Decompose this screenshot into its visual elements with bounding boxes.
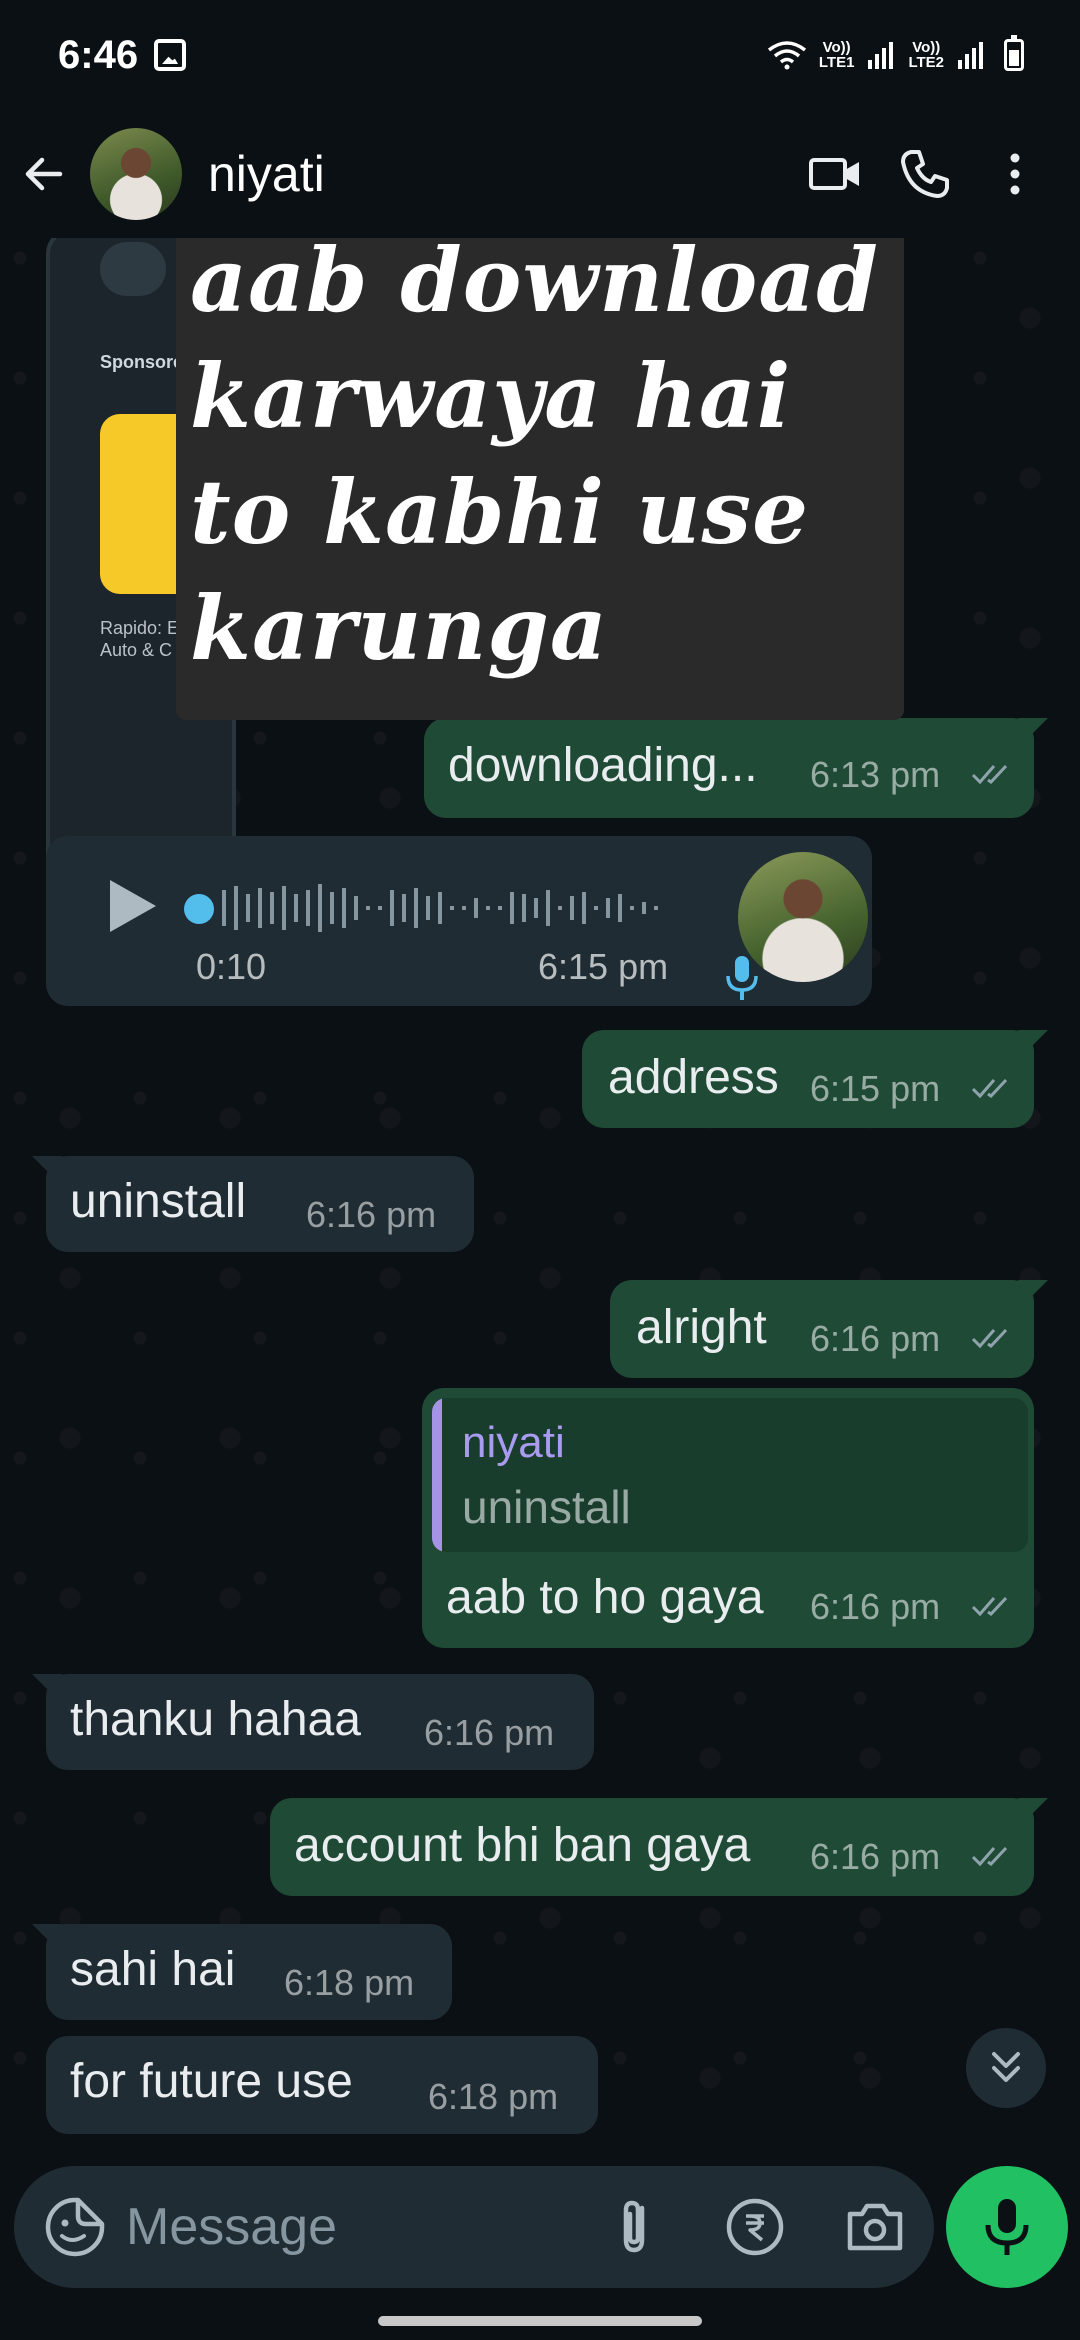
message-bubble-outgoing[interactable]: alright 6:16 pm xyxy=(610,1280,1048,1378)
reply-message-bubble[interactable]: niyati uninstall aab to ho gaya 6:16 pm xyxy=(422,1388,1034,1648)
read-receipt-icon xyxy=(971,1596,1008,1617)
mic-icon xyxy=(726,956,758,1000)
attachment-icon[interactable] xyxy=(602,2194,668,2260)
more-vert-icon xyxy=(1010,153,1020,195)
contact-avatar[interactable] xyxy=(90,128,182,220)
phone-device-icon xyxy=(100,242,166,296)
message-bubble-incoming[interactable]: sahi hai 6:18 pm xyxy=(32,1924,452,2020)
sticker-emoji-icon[interactable] xyxy=(44,2196,106,2258)
overlay-text: aab download karwaya hai to kabhi use ka… xyxy=(190,238,879,680)
message-input[interactable] xyxy=(126,2186,586,2268)
video-call-button[interactable] xyxy=(790,129,880,219)
waveform xyxy=(222,884,658,932)
back-arrow-icon[interactable] xyxy=(20,150,68,198)
read-receipt-icon xyxy=(971,1328,1008,1349)
chat-header: niyati xyxy=(0,110,1080,238)
message-bubble-outgoing[interactable]: address 6:15 pm xyxy=(582,1030,1048,1128)
playback-position-dot[interactable] xyxy=(184,894,214,924)
message-time: 6:16 pm xyxy=(810,1318,941,1359)
gallery-notification-icon xyxy=(154,39,187,71)
message-text: for future use xyxy=(70,2055,353,2108)
quoted-text: uninstall xyxy=(462,1481,631,1533)
quote-accent-bar xyxy=(432,1398,442,1552)
message-time: 6:15 pm xyxy=(538,946,669,987)
camera-icon[interactable] xyxy=(844,2196,906,2258)
quoted-message[interactable]: niyati uninstall xyxy=(432,1398,1028,1552)
message-text: aab to ho gaya xyxy=(446,1571,764,1624)
play-icon[interactable] xyxy=(102,876,162,936)
message-composer xyxy=(14,2166,934,2288)
sponsored-caption: Rapido: E Auto & C xyxy=(100,618,180,660)
voice-record-button[interactable] xyxy=(946,2166,1068,2288)
mic-icon xyxy=(985,2199,1029,2255)
message-text: thanku hahaa xyxy=(70,1693,361,1746)
message-text: uninstall xyxy=(70,1175,247,1228)
message-time: 6:15 pm xyxy=(810,1068,941,1109)
phone-icon xyxy=(901,150,949,198)
message-text: alright xyxy=(636,1301,767,1354)
message-bubble-incoming[interactable]: thanku hahaa 6:16 pm xyxy=(32,1674,594,1770)
quoted-sender-name: niyati xyxy=(462,1418,565,1467)
home-indicator[interactable] xyxy=(378,2316,702,2326)
video-call-icon xyxy=(809,158,859,190)
message-text: downloading... xyxy=(448,739,758,792)
message-time: 6:16 pm xyxy=(424,1712,555,1753)
wifi-icon xyxy=(767,41,806,70)
message-time: 6:13 pm xyxy=(810,754,941,795)
message-text: account bhi ban gaya xyxy=(294,1819,751,1872)
voice-call-button[interactable] xyxy=(880,129,970,219)
message-bubble-incoming[interactable]: for future use 6:18 pm xyxy=(46,2036,598,2134)
more-options-button[interactable] xyxy=(970,129,1060,219)
message-bubble-outgoing[interactable]: downloading... 6:13 pm xyxy=(424,718,1048,818)
signal-icon xyxy=(958,42,983,69)
message-text: sahi hai xyxy=(70,1943,236,1996)
message-time: 6:16 pm xyxy=(810,1586,941,1627)
overlay-text-note: aab download karwaya hai to kabhi use ka… xyxy=(176,238,904,720)
message-bubble-outgoing[interactable]: account bhi ban gaya 6:16 pm xyxy=(270,1798,1048,1896)
scroll-to-bottom-button[interactable] xyxy=(966,2028,1046,2108)
voice-duration: 0:10 xyxy=(196,946,267,987)
voice-message-bubble[interactable]: 0:10 6:15 pm xyxy=(46,836,872,1006)
double-chevron-down-icon xyxy=(992,2052,1020,2082)
sim1-label: Vo)) LTE1 xyxy=(818,39,855,71)
read-receipt-icon xyxy=(971,764,1008,785)
status-bar: 6:46 Vo)) LTE1 Vo)) LTE2 xyxy=(0,0,1080,110)
message-time: 6:16 pm xyxy=(810,1836,941,1877)
message-time: 6:18 pm xyxy=(284,1962,415,2003)
read-receipt-icon xyxy=(971,1846,1008,1867)
payment-rupee-icon[interactable] xyxy=(724,2196,786,2258)
chat-area[interactable]: Sponsore Rapido: E Auto & C downloading.… xyxy=(0,238,1080,2168)
read-receipt-icon xyxy=(971,1078,1008,1099)
message-text: address xyxy=(608,1051,779,1104)
message-time: 6:16 pm xyxy=(306,1194,437,1235)
message-time: 6:18 pm xyxy=(428,2076,559,2117)
message-bubble-incoming[interactable]: uninstall 6:16 pm xyxy=(32,1156,474,1252)
battery-icon xyxy=(1004,35,1024,71)
status-time: 6:46 xyxy=(58,32,139,77)
sim2-label: Vo)) LTE2 xyxy=(908,39,944,71)
contact-name[interactable]: niyati xyxy=(208,145,325,203)
signal-icon xyxy=(868,42,894,69)
status-indicators: Vo)) LTE1 Vo)) LTE2 xyxy=(767,35,1024,71)
sponsored-label: Sponsore xyxy=(100,352,184,372)
